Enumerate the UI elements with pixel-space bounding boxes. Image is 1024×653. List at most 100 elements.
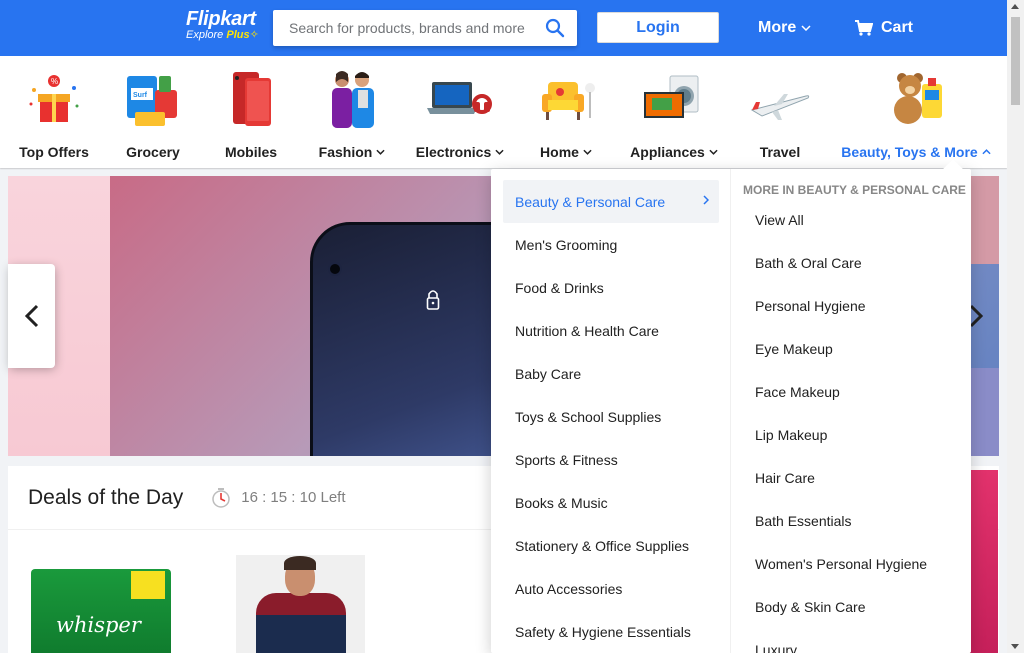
nav-label: Mobiles — [224, 144, 278, 160]
banner-prev-button[interactable] — [8, 264, 55, 368]
nav-label: Appliances — [630, 144, 718, 160]
nav-item-top-offers[interactable]: % Top Offers — [19, 56, 89, 168]
cart-icon — [855, 20, 873, 36]
nav-label: Fashion — [319, 144, 386, 160]
subcategory-heading: MORE IN BEAUTY & PERSONAL CARE — [743, 183, 966, 197]
subcategory-item[interactable]: Body & Skin Care — [755, 599, 866, 615]
chevron-right-icon — [703, 195, 709, 205]
dropdown-category-item[interactable]: Sports & Fitness — [503, 438, 719, 481]
dropdown-category-item[interactable]: Men's Grooming — [503, 223, 719, 266]
dropdown-category-item[interactable]: Beauty & Personal Care — [503, 180, 719, 223]
nav-label: Travel — [759, 144, 801, 160]
banner-edge-top — [971, 176, 999, 264]
product-brand: whisper — [56, 613, 141, 637]
subcategory-item[interactable]: Face Makeup — [755, 384, 840, 400]
model-hair — [284, 556, 316, 570]
dropdown-category-item[interactable]: Food & Drinks — [503, 266, 719, 309]
search-bar — [273, 10, 577, 46]
login-button[interactable]: Login — [597, 12, 719, 43]
nav-label: Top Offers — [19, 144, 89, 160]
tagline-prefix: Explore — [186, 29, 227, 41]
logo-tagline: Explore Plus✧ — [186, 29, 259, 41]
more-label: More — [758, 19, 797, 36]
dropdown-category-item[interactable]: Auto Accessories — [503, 567, 719, 610]
search-icon — [545, 18, 565, 38]
nav-item-appliances[interactable]: Appliances — [630, 56, 718, 168]
nav-item-travel[interactable]: Travel — [748, 56, 812, 168]
dropdown-category-item[interactable]: Books & Music — [503, 481, 719, 524]
flipkart-logo[interactable]: Flipkart Explore Plus✧ — [186, 9, 259, 41]
search-input[interactable] — [273, 10, 533, 46]
scroll-up-arrow[interactable] — [1011, 4, 1019, 9]
airplane-icon — [748, 68, 812, 132]
svg-text:%: % — [51, 77, 58, 86]
dropdown-category-item[interactable]: Nutrition & Health Care — [503, 309, 719, 352]
chevron-down-icon — [801, 25, 811, 31]
dropdown-category-item[interactable]: Safety & Hygiene Essentials — [503, 610, 719, 653]
chevron-down-icon — [376, 149, 385, 155]
chevron-up-icon — [982, 149, 991, 155]
deal-product-jacket[interactable] — [236, 555, 365, 653]
dropdown-category-item[interactable]: Toys & School Supplies — [503, 395, 719, 438]
dropdown-category-item[interactable]: Stationery & Office Supplies — [503, 524, 719, 567]
nav-label: Electronics — [416, 144, 504, 160]
plus-icon: ✧ — [249, 29, 259, 41]
nav-item-mobiles[interactable]: Mobiles — [219, 56, 283, 168]
nav-item-electronics[interactable]: Electronics — [416, 56, 504, 168]
subcategory-item[interactable]: Eye Makeup — [755, 341, 833, 357]
teddy-bear-icon — [884, 68, 948, 132]
subcategory-item[interactable]: Lip Makeup — [755, 427, 827, 443]
top-header: Flipkart Explore Plus✧ Login More Cart — [0, 0, 1007, 56]
subcategory-item[interactable]: Luxury — [755, 642, 797, 653]
chevron-down-icon — [495, 149, 504, 155]
scroll-thumb[interactable] — [1011, 17, 1020, 105]
side-ad-panel[interactable] — [966, 470, 998, 653]
chevron-down-icon — [709, 149, 718, 155]
nav-item-beauty-toys-more[interactable]: Beauty, Toys & More — [841, 56, 991, 168]
banner-edge-bottom — [971, 368, 999, 456]
scroll-down-arrow[interactable] — [1011, 644, 1019, 649]
fashion-icon — [320, 68, 384, 132]
product-tag — [131, 571, 165, 599]
nav-item-grocery[interactable]: Surf Grocery — [121, 56, 185, 168]
svg-text:Surf: Surf — [133, 92, 148, 99]
search-button[interactable] — [545, 18, 565, 38]
subcategory-item[interactable]: View All — [755, 212, 804, 228]
deals-timer: 16 : 15 : 10 Left — [241, 489, 346, 506]
dropdown-subcategory-list: MORE IN BEAUTY & PERSONAL CARE View All … — [731, 169, 971, 653]
subcategory-item[interactable]: Hair Care — [755, 470, 815, 486]
armchair-icon — [534, 68, 598, 132]
washing-machine-icon — [632, 68, 716, 132]
beauty-toys-dropdown: Beauty & Personal Care Men's Grooming Fo… — [491, 159, 971, 653]
more-menu[interactable]: More — [758, 19, 811, 37]
chevron-left-icon — [24, 304, 38, 328]
laptop-icon — [422, 68, 498, 132]
nav-item-home[interactable]: Home — [534, 56, 598, 168]
category-navbar: % Top Offers Surf Grocery Mobiles Fashio… — [0, 56, 1007, 168]
subcategory-item[interactable]: Bath & Oral Care — [755, 255, 862, 271]
cart-label: Cart — [881, 19, 914, 36]
logo-brand: Flipkart — [186, 8, 256, 30]
dropdown-category-list: Beauty & Personal Care Men's Grooming Fo… — [491, 169, 731, 653]
deal-product-whisper[interactable]: whisper — [31, 569, 171, 653]
subcategory-item[interactable]: Women's Personal Hygiene — [755, 556, 927, 572]
deals-title: Deals of the Day — [28, 485, 184, 509]
nav-item-fashion[interactable]: Fashion — [319, 56, 386, 168]
grocery-icon: Surf — [121, 68, 185, 132]
phone-camera — [328, 262, 342, 276]
lock-icon — [426, 288, 440, 315]
mobile-phone-icon — [219, 68, 283, 132]
nav-label: Grocery — [126, 144, 180, 160]
tagline-plus: Plus — [226, 29, 250, 41]
dropdown-category-item[interactable]: Baby Care — [503, 352, 719, 395]
nav-label: Home — [540, 144, 592, 160]
subcategory-item[interactable]: Bath Essentials — [755, 513, 852, 529]
jacket-bottom — [256, 615, 346, 653]
clock-icon — [212, 487, 230, 508]
gift-box-icon: % — [22, 68, 86, 132]
page-scrollbar[interactable] — [1007, 0, 1024, 653]
subcategory-item[interactable]: Personal Hygiene — [755, 298, 866, 314]
chevron-down-icon — [583, 149, 592, 155]
nav-label: Beauty, Toys & More — [841, 144, 991, 160]
cart-link[interactable]: Cart — [855, 19, 913, 37]
